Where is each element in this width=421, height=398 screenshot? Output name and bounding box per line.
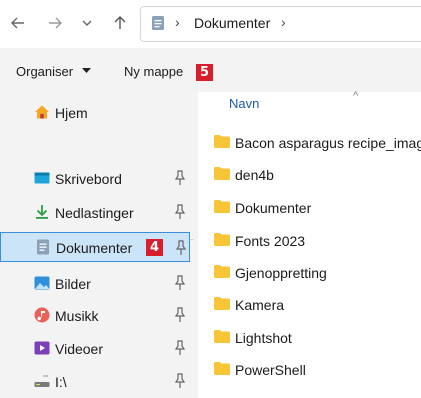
file-name: Lightshot — [235, 330, 292, 346]
address-bar[interactable]: › Dokumenter › — [140, 6, 421, 42]
sidebar-item-label: I:\ — [55, 374, 67, 390]
sidebar-item-label: Hjem — [55, 105, 88, 121]
navigation-pane: Hjem Skrivebord Nedlastinger Dokumenter … — [0, 92, 198, 398]
file-name: Dokumenter — [235, 200, 312, 216]
list-item[interactable]: Fonts 2023 — [198, 228, 421, 254]
pin-icon[interactable] — [174, 339, 186, 357]
list-item[interactable]: Bacon asparagus recipe_imag — [198, 130, 421, 156]
sidebar-item-label: Bilder — [55, 276, 91, 292]
step-badge-4: 4 — [146, 239, 163, 256]
file-name: Fonts 2023 — [235, 233, 306, 249]
sidebar-item-label: Skrivebord — [55, 171, 122, 187]
file-name: Bacon asparagus recipe_imag — [235, 135, 421, 151]
sort-ascending-icon: ^ — [353, 90, 359, 102]
pin-icon[interactable] — [174, 203, 186, 221]
sidebar-item-label: Videoer — [55, 341, 104, 357]
column-header-name[interactable]: Navn — [229, 96, 259, 111]
arrow-up-icon — [114, 16, 126, 29]
documents-location-icon — [152, 16, 164, 30]
list-item[interactable]: Gjenoppretting — [198, 260, 421, 286]
folder-icon — [214, 167, 230, 180]
folder-icon — [214, 135, 230, 148]
command-bar: Organiser Ny mappe 5 — [0, 48, 421, 93]
pin-icon[interactable] — [174, 372, 186, 390]
list-item[interactable]: Dokumenter — [198, 195, 421, 221]
pin-icon[interactable] — [174, 274, 186, 292]
video-icon — [34, 341, 50, 355]
file-list: ^ Navn Bacon asparagus recipe_imag den4b… — [198, 90, 421, 398]
list-item[interactable]: Kamera — [198, 292, 421, 318]
document-icon — [37, 239, 49, 255]
chevron-down-icon — [82, 20, 92, 26]
music-icon — [34, 307, 50, 323]
recent-locations-button[interactable] — [75, 11, 99, 35]
file-name: PowerShell — [235, 362, 306, 378]
sidebar-item-label: Musikk — [55, 308, 99, 324]
sidebar-item-label: Dokumenter — [56, 240, 133, 256]
sidebar-item-label: Nedlastinger — [55, 205, 134, 221]
forward-button[interactable] — [43, 11, 67, 35]
breadcrumb-separator-icon: › — [175, 14, 180, 30]
breadcrumb-chevron-icon[interactable]: › — [281, 14, 286, 30]
sidebar-item-desktop[interactable]: Skrivebord — [0, 166, 198, 192]
desktop-icon — [34, 172, 50, 184]
pin-icon[interactable] — [174, 169, 186, 187]
organize-button[interactable]: Organiser — [16, 64, 73, 79]
folder-icon — [214, 200, 230, 213]
pin-icon[interactable] — [175, 239, 187, 257]
step-badge-5: 5 — [196, 64, 213, 81]
back-button[interactable] — [6, 11, 30, 35]
file-name: den4b — [235, 167, 274, 183]
list-item[interactable]: PowerShell — [198, 357, 421, 383]
breadcrumb-documents[interactable]: Dokumenter — [194, 15, 270, 31]
folder-icon — [214, 330, 230, 343]
navigation-bar: › Dokumenter › — [0, 0, 421, 48]
folder-icon — [214, 297, 230, 310]
folder-icon — [214, 265, 230, 278]
folder-icon — [214, 362, 230, 375]
sidebar-item-videos[interactable]: Videoer — [0, 336, 198, 362]
list-item[interactable]: Lightshot — [198, 325, 421, 351]
pictures-icon — [34, 276, 50, 290]
home-icon — [35, 105, 49, 119]
new-folder-button[interactable]: Ny mappe — [124, 64, 183, 79]
file-name: Kamera — [235, 297, 285, 313]
drive-icon — [34, 375, 50, 387]
arrow-left-icon — [11, 17, 24, 29]
sidebar-item-drive[interactable]: I:\ — [0, 369, 198, 395]
sidebar-item-downloads[interactable]: Nedlastinger — [0, 200, 198, 226]
caret-down-icon — [82, 68, 91, 73]
folder-icon — [214, 233, 230, 246]
sidebar-item-documents[interactable]: Dokumenter 4 — [0, 232, 190, 262]
download-icon — [36, 205, 48, 219]
up-button[interactable] — [108, 11, 132, 35]
sidebar-item-pictures[interactable]: Bilder — [0, 271, 198, 297]
sidebar-item-home[interactable]: Hjem — [0, 100, 198, 126]
list-item[interactable]: den4b — [198, 162, 421, 188]
pin-icon[interactable] — [174, 306, 186, 324]
arrow-right-icon — [49, 17, 62, 29]
sidebar-item-music[interactable]: Musikk — [0, 303, 198, 329]
file-name: Gjenoppretting — [235, 265, 327, 281]
